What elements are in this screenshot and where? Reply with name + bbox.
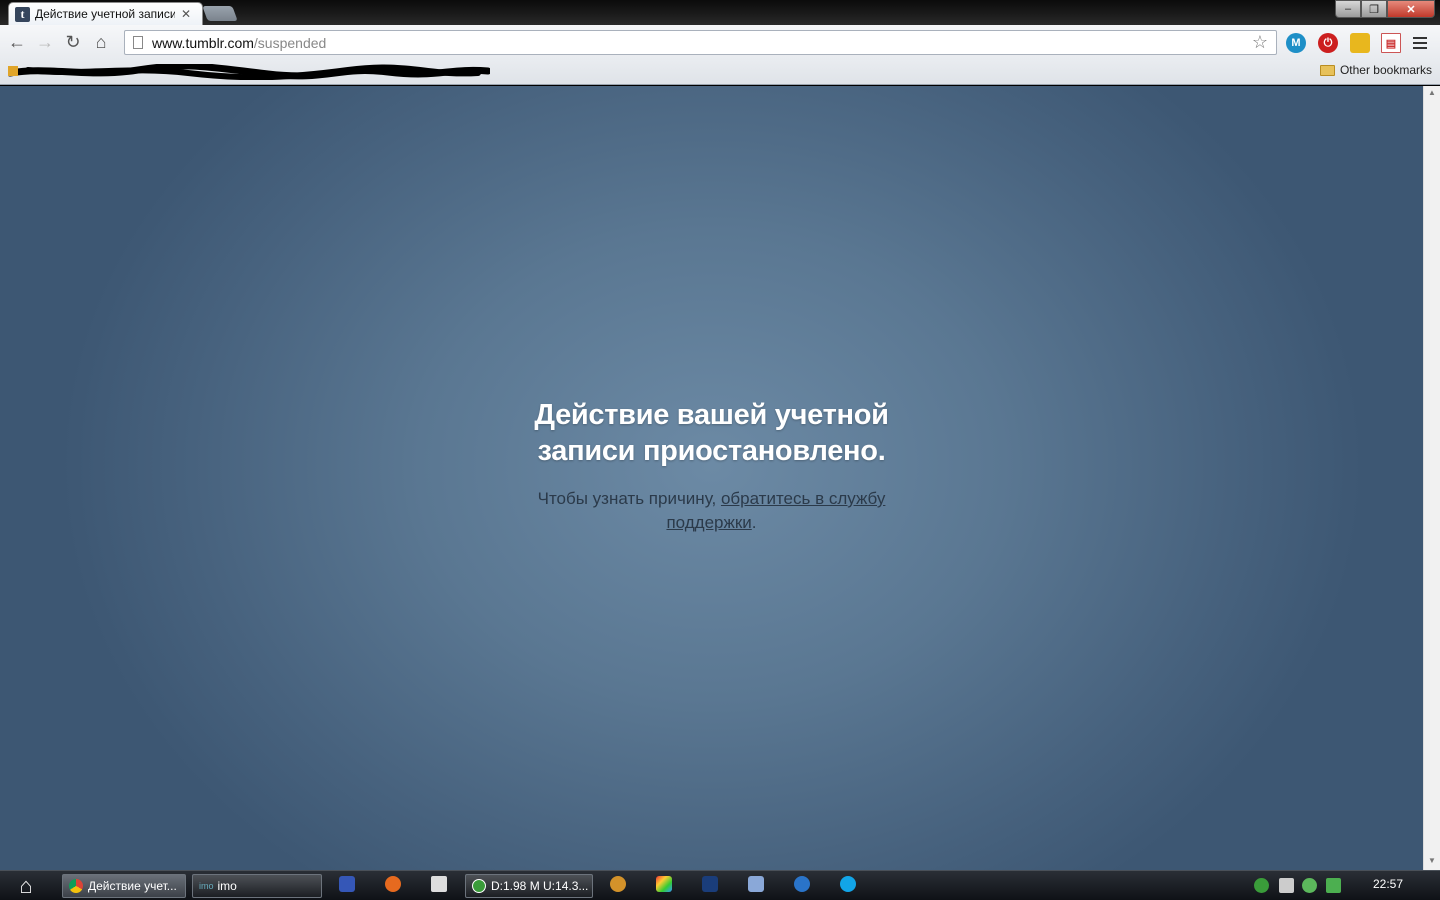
globe-icon[interactable] [794, 876, 810, 892]
back-button[interactable]: ← [3, 29, 31, 57]
picasa-icon[interactable] [656, 876, 672, 892]
save-disk-icon[interactable] [339, 876, 355, 892]
taskbar-imo-window[interactable]: imo imo [192, 874, 322, 898]
taskbar-imo-label: imo [217, 879, 237, 893]
url-host: www.tumblr.com [152, 34, 254, 51]
skype-icon[interactable] [840, 876, 856, 892]
start-home-icon[interactable]: ⌂ [8, 873, 44, 898]
window-controls: – ❐ ✕ [1335, 0, 1435, 18]
vertical-scrollbar[interactable]: ▲ ▼ [1423, 86, 1440, 870]
stop-extension-icon[interactable]: ⏻ [1318, 33, 1338, 53]
tray-signal-icon[interactable] [1326, 878, 1341, 893]
page-content: Действие вашей учетной записи приостанов… [0, 86, 1423, 870]
tab-strip: t Действие учетной записи приостановлено… [0, 0, 1440, 25]
page-icon [133, 36, 143, 49]
new-tab-button[interactable] [202, 6, 238, 21]
firefox-icon[interactable] [385, 876, 401, 892]
ie-tab-extension-icon[interactable] [1350, 33, 1370, 53]
tab-title: Действие учетной записи приостановлено [35, 7, 175, 21]
scroll-down-icon[interactable]: ▼ [1428, 856, 1436, 865]
image-viewer-icon[interactable] [748, 876, 764, 892]
suspension-explanation: Чтобы узнать причину, обратитесь в служб… [522, 487, 902, 535]
tray-utorrent-icon[interactable] [1254, 878, 1269, 893]
home-button[interactable]: ⌂ [87, 29, 115, 57]
m-extension-icon[interactable]: M [1286, 33, 1306, 53]
bookmarks-bar: Other bookmarks [0, 60, 1440, 85]
chrome-icon [69, 879, 83, 893]
tab-active[interactable]: t Действие учетной записи приостановлено… [8, 2, 203, 25]
minimize-button[interactable]: – [1335, 0, 1361, 18]
utorrent-icon [472, 879, 486, 893]
explanation-prefix: Чтобы узнать причину, [537, 489, 721, 508]
tab-close-icon[interactable]: ✕ [181, 7, 191, 21]
taskbar: ⌂ Действие учет... imo imo D:1.98 M U:14… [0, 870, 1440, 900]
tray-fox-icon[interactable] [1279, 878, 1294, 893]
taskbar-utorrent-label: D:1.98 M U:14.3... [491, 879, 589, 893]
other-bookmarks-label: Other bookmarks [1339, 63, 1432, 77]
clock[interactable]: 22:57 [1373, 877, 1403, 891]
suspension-message: Действие вашей учетной записи приостанов… [0, 397, 1423, 535]
photoshop-icon[interactable] [702, 876, 718, 892]
calendar-extension-icon[interactable]: ▤ [1381, 33, 1401, 53]
bookmark-star-icon[interactable]: ☆ [1252, 32, 1268, 53]
url-path: /suspended [253, 34, 327, 51]
forward-button[interactable]: → [31, 29, 59, 57]
reload-button[interactable]: ↻ [59, 29, 87, 57]
address-bar[interactable]: www.tumblr.com /suspended ☆ [124, 30, 1277, 55]
gimp-icon[interactable] [610, 876, 626, 892]
scroll-up-icon[interactable]: ▲ [1428, 88, 1436, 97]
chrome-menu-button[interactable] [1413, 33, 1433, 53]
tumblr-favicon-icon: t [15, 6, 30, 22]
page-title: Действие вашей учетной записи приостанов… [534, 399, 889, 467]
tray-status-icon[interactable] [1302, 878, 1317, 893]
maximize-button[interactable]: ❐ [1361, 0, 1387, 18]
redacted-bookmarks-scribble [8, 64, 490, 80]
folder-icon [1319, 64, 1335, 76]
other-bookmarks[interactable]: Other bookmarks [1319, 63, 1432, 77]
imo-icon: imo [199, 881, 214, 891]
browser-toolbar: ← → ↻ ⌂ www.tumblr.com /suspended ☆ [0, 25, 1440, 60]
close-window-button[interactable]: ✕ [1387, 0, 1435, 18]
taskbar-utorrent-window[interactable]: D:1.98 M U:14.3... [465, 874, 593, 898]
taskbar-chrome-window[interactable]: Действие учет... [62, 874, 186, 898]
explanation-suffix: . [751, 513, 757, 532]
taskbar-chrome-label: Действие учет... [88, 879, 177, 893]
fox-app-icon[interactable] [431, 876, 447, 892]
